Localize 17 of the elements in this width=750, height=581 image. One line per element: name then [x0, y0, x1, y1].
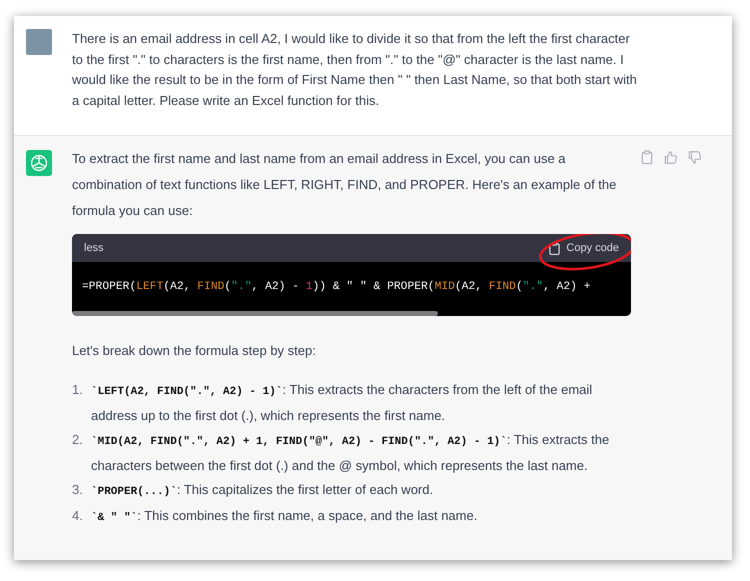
- code-language: less: [84, 242, 104, 254]
- list-item-text: `& " "`: This combines the first name, a space, and the last name.: [91, 507, 478, 526]
- list-number: 4.: [72, 507, 84, 525]
- thumbs-down-icon[interactable]: [688, 150, 702, 165]
- list-number: 3.: [72, 481, 84, 499]
- code-line: =PROPER(LEFT(A2, FIND(".", A2) - 1)) & " " & PROPER(MID(A2, FIND(".", A2) +: [82, 281, 591, 293]
- user-message: There is an email address in cell A2, I would like to divide it so that from the left the first character to the first "." to characters is the first name, then from "." to the "@" character is the last name. I would like the result to be in the form of First Name then " " then Last Name, so that both start with a capital letter. Please write an Excel function for this.: [72, 30, 637, 110]
- clipboard-icon: [549, 242, 560, 254]
- scrollbar[interactable]: [72, 311, 438, 316]
- thumbs-up-icon[interactable]: [664, 150, 678, 165]
- list-number: 1.: [72, 381, 84, 399]
- list-number: 2.: [72, 431, 84, 449]
- user-avatar: [26, 29, 52, 55]
- assistant-logo-icon: [26, 150, 52, 176]
- assistant-message: Let's break down the formula step by step:: [72, 342, 317, 360]
- clipboard-icon[interactable]: [640, 150, 654, 165]
- assistant-message: To extract the first name and last name from an email address in Excel, you can use a combination of text functions like LEFT, RIGHT, FIND, and PROPER. Here's an example of the formula you can use:: [72, 150, 618, 220]
